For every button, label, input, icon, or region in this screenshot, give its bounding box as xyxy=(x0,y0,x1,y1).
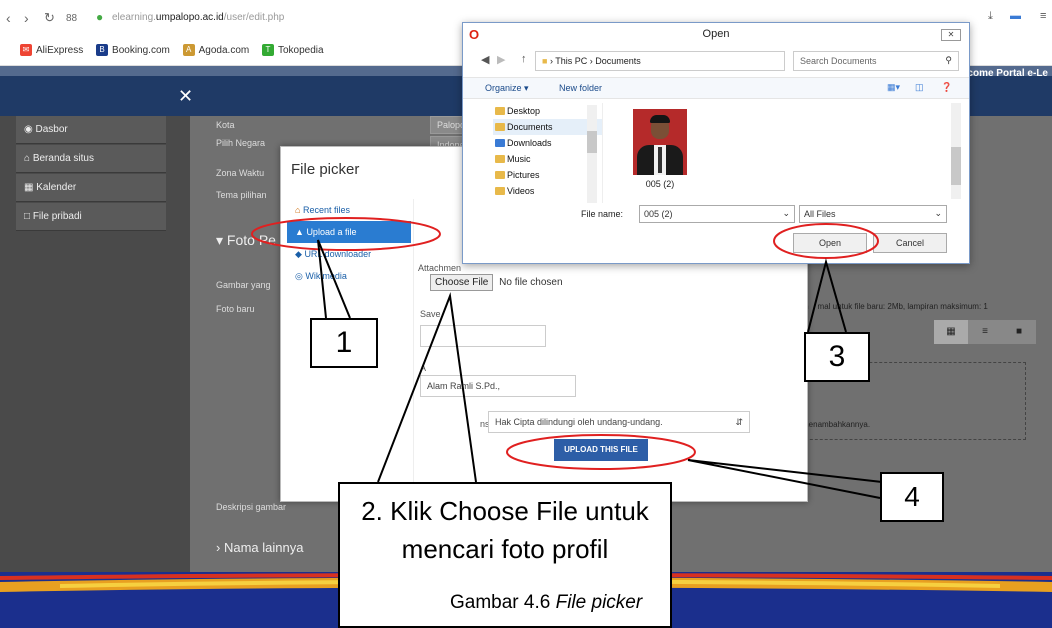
figure-caption: Gambar 4.6 File picker xyxy=(450,592,642,614)
highlight-upload-button xyxy=(506,434,696,470)
pointer-step1 xyxy=(317,239,351,319)
callout-step4: 4 xyxy=(880,472,944,522)
callout-step3: 3 xyxy=(804,332,870,382)
pointer-step3 xyxy=(807,258,847,333)
pointer-step4 xyxy=(687,459,883,499)
highlight-open-button xyxy=(773,223,879,259)
caption-italic: File picker xyxy=(555,592,643,613)
callout-pointers xyxy=(317,239,883,499)
pointer-step2 xyxy=(377,292,477,483)
callout-step1: 1 xyxy=(310,318,378,368)
highlight-upload-a-file xyxy=(251,217,441,251)
caption-prefix: Gambar 4.6 xyxy=(450,592,556,613)
